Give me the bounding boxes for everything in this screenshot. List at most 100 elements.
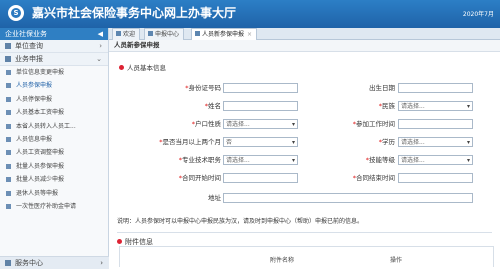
chevron-down-icon: ⌄ [96, 55, 102, 63]
sidebar-bottom-item[interactable]: 服务中心 › [0, 256, 113, 269]
chevron-down-icon: ▾ [291, 121, 295, 128]
doc-icon [6, 83, 11, 89]
sidebar-item[interactable]: 退休人员等申报 [0, 187, 108, 200]
sidebar-item-label: 本省人员转入人员工... [16, 122, 76, 130]
folder-icon [5, 56, 11, 62]
sidebar-item[interactable]: 批量人员减少申报 [0, 173, 108, 186]
contract-start-label: *合同开始时间 [178, 174, 221, 182]
sidebar-group-declare[interactable]: 业务申报 ⌄ [0, 53, 108, 66]
chevron-down-icon: ▾ [466, 157, 470, 164]
sidebar-item[interactable]: 一次性医疗补助金申请 [0, 200, 108, 213]
doc-icon [6, 70, 11, 75]
doc-icon [6, 110, 11, 116]
tab-label: 申报中心 [155, 31, 180, 38]
sidebar-item-label: 批量人员参保申报 [16, 162, 65, 170]
sidebar-group-label: 单位查询 [15, 42, 43, 50]
chevron-icon: ◀ [97, 30, 103, 38]
contract-start-input[interactable] [223, 173, 298, 183]
sidebar-header-label: 企业社保业务 [5, 30, 47, 38]
attachment-table: 附件名称 操作 [119, 246, 494, 267]
sidebar-item-label: 单位信息变更申报 [16, 69, 65, 76]
doc-icon [6, 163, 11, 169]
table-header-name: 附件名称 [270, 257, 295, 264]
sidebar-item[interactable]: 人员基本工资申报 [0, 106, 108, 119]
work-input[interactable] [398, 119, 473, 129]
edu-label: *学历 [378, 138, 395, 146]
section-title-label: 人员基本信息 [127, 64, 166, 72]
sidebar-header[interactable]: 企业社保业务 ◀ [0, 28, 108, 40]
name-input[interactable] [223, 101, 298, 111]
tab-new-enrollment[interactable]: 人员新参保申报 × [191, 28, 258, 40]
skill-select[interactable]: 请选择... ▾ [398, 155, 473, 165]
birth-label: 出生日期 [369, 84, 395, 92]
section-attachments: 附件信息 [117, 232, 492, 247]
hukou-label: *户口性质 [191, 120, 221, 128]
top-header: S 嘉兴市社会保险事务中心网上办事大厅 2020年7月 [0, 0, 500, 28]
chevron-right-icon: › [99, 42, 102, 50]
sidebar-group-label: 业务申报 [15, 55, 43, 63]
addr-input[interactable] [223, 193, 473, 203]
nation-select[interactable]: 请选择... ▾ [398, 101, 473, 111]
main-content: 人员新参保申报 人员基本信息 *身份证号码 出生日期 *姓名 *民族 请选择..… [109, 40, 500, 269]
sidebar-item-label: 批量人员减少申报 [16, 176, 65, 184]
sidebar-group-query[interactable]: 单位查询 › [0, 40, 108, 53]
id-input[interactable] [223, 83, 298, 93]
chevron-right-icon: › [100, 259, 103, 267]
tech-select[interactable]: 请选择... ▾ [223, 155, 298, 165]
tech-label: *专业技术职务 [178, 156, 221, 164]
tab-label: 欢迎 [123, 31, 136, 38]
close-icon[interactable]: × [247, 31, 252, 38]
name-label: *姓名 [204, 102, 221, 110]
grid-icon [195, 31, 200, 36]
id-label: *身份证号码 [185, 84, 221, 92]
work-label: *参加工作时间 [352, 120, 395, 128]
sidebar-item[interactable]: 本省人员转入人员工... [0, 120, 108, 133]
tab-bar: 欢迎 申报中心 人员新参保申报 × [109, 28, 500, 40]
tab-welcome[interactable]: 欢迎 [112, 28, 141, 40]
sidebar: 企业社保业务 ◀ 单位查询 › 业务申报 ⌄ 单位信息变更申报 人员参保申报 人员停保… [0, 28, 113, 269]
sidebar-item-label: 人员基本工资申报 [16, 109, 65, 117]
sidebar-item[interactable]: 人员停保申报 [0, 93, 108, 106]
sidebar-item-label: 人员工资调整申报 [16, 149, 65, 157]
tab-declare-center[interactable]: 申报中心 [144, 28, 185, 40]
section-icon [119, 65, 124, 70]
sidebar-item-label: 人员信息申报 [16, 135, 53, 143]
pay-label: *是否当月以上两个月 [159, 138, 221, 146]
grid-icon [148, 31, 153, 36]
tab-label: 人员新参保申报 [202, 31, 245, 38]
sidebar-item-label: 退休人员等申报 [16, 189, 59, 197]
section-icon [117, 239, 122, 244]
form-note: 说明：人员参保时可以申报中心申报民族为汉，请及时到申报中心（帮助）申报已前的信息… [117, 218, 364, 225]
skill-label: *技能等级 [365, 156, 395, 164]
sidebar-item[interactable]: 人员信息申报 [0, 133, 108, 146]
doc-icon [6, 96, 11, 102]
doc-icon [6, 177, 11, 183]
chevron-down-icon: ▾ [291, 157, 295, 164]
doc-icon [6, 123, 11, 129]
site-title: 嘉兴市社会保险事务中心网上办事大厅 [32, 6, 237, 20]
sidebar-item[interactable]: 单位信息变更申报 [0, 66, 108, 79]
doc-icon [6, 150, 11, 156]
section-basic-info: 人员基本信息 [119, 62, 166, 72]
section-title-label: 附件信息 [125, 238, 153, 246]
hukou-select[interactable]: 请选择... ▾ [223, 119, 298, 129]
folder-icon [5, 43, 11, 49]
header-date: 2020年7月 [462, 11, 494, 18]
table-header-op: 操作 [390, 257, 403, 264]
edu-select[interactable]: 请选择... ▾ [398, 137, 473, 147]
page-title: 人员新参保申报 [109, 40, 500, 52]
chevron-down-icon: ▾ [291, 139, 295, 146]
sidebar-item[interactable]: 人员工资调整申报 [0, 146, 108, 159]
contract-end-label: *合同结束时间 [352, 174, 395, 182]
addr-label: 地址 [208, 194, 221, 202]
doc-icon [6, 190, 11, 196]
doc-icon [6, 203, 11, 209]
folder-icon [5, 260, 11, 266]
sidebar-item-label: 人员停保申报 [16, 95, 53, 103]
birth-input[interactable] [398, 83, 473, 93]
site-logo-icon: S [8, 5, 24, 21]
pay-select[interactable]: 否 ▾ [223, 137, 298, 147]
sidebar-item[interactable]: 批量人员参保申报 [0, 160, 108, 173]
contract-end-input[interactable] [398, 173, 473, 183]
sidebar-item[interactable]: 人员参保申报 [0, 79, 108, 92]
